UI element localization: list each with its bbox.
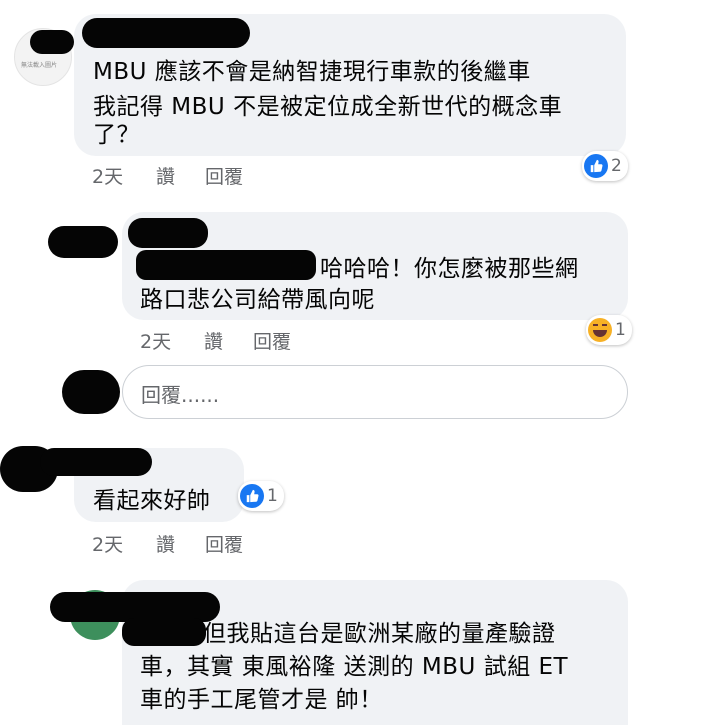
reaction-badge[interactable]: 1 — [238, 481, 284, 511]
comment-text-line: 我記得 MBU 不是被定位成全新世代的概念車 — [93, 94, 563, 120]
redacted-avatar-mark — [30, 30, 74, 54]
user-avatar — [62, 370, 120, 414]
like-icon — [240, 484, 264, 508]
redacted-mention — [136, 250, 316, 280]
like-button[interactable]: 讚 — [156, 162, 175, 189]
timestamp[interactable]: 2天 — [92, 162, 123, 189]
reply-button[interactable]: 回覆 — [205, 162, 243, 189]
like-icon — [584, 154, 608, 178]
comment-text-line: 看起來好帥 — [93, 488, 211, 514]
comment-text-line: 車，其實 東風裕隆 送測的 MBU 試組 ET — [140, 654, 569, 680]
like-button[interactable]: 讚 — [204, 327, 223, 354]
redacted-mention — [122, 618, 206, 646]
redacted-name — [82, 18, 250, 48]
reaction-badge[interactable]: 1 — [586, 315, 632, 345]
comment-text-line: 路口悲公司給帶風向呢 — [140, 287, 375, 313]
reaction-badge[interactable]: 2 — [582, 151, 628, 181]
reply-button[interactable]: 回覆 — [205, 530, 243, 557]
redacted-name — [128, 218, 208, 248]
timestamp[interactable]: 2天 — [140, 327, 171, 354]
comment-text-line: MBU 應該不會是納智捷現行車款的後繼車 — [93, 59, 531, 85]
reply-button[interactable]: 回覆 — [253, 327, 291, 354]
reaction-count: 2 — [611, 156, 622, 176]
timestamp[interactable]: 2天 — [92, 530, 123, 557]
like-button[interactable]: 讚 — [156, 530, 175, 557]
reply-input[interactable]: 回覆...... — [122, 365, 628, 419]
comment-text-line: 車的手工尾管才是 帥！ — [140, 687, 383, 713]
reaction-count: 1 — [267, 486, 278, 506]
comment-text-line: 了？ — [93, 122, 140, 148]
redacted-avatar — [48, 226, 118, 258]
avatar-caption: 無法載入圖片 — [21, 62, 58, 69]
reply-input-placeholder: 回覆...... — [141, 383, 220, 407]
redacted-name — [40, 448, 152, 476]
comment-text-line: 哈哈哈！你怎麼被那些網 — [320, 256, 579, 282]
comment-text-line: 但我貼這台是歐洲某廠的量產驗證 — [203, 621, 556, 647]
haha-icon — [588, 318, 612, 342]
reaction-count: 1 — [615, 320, 626, 340]
